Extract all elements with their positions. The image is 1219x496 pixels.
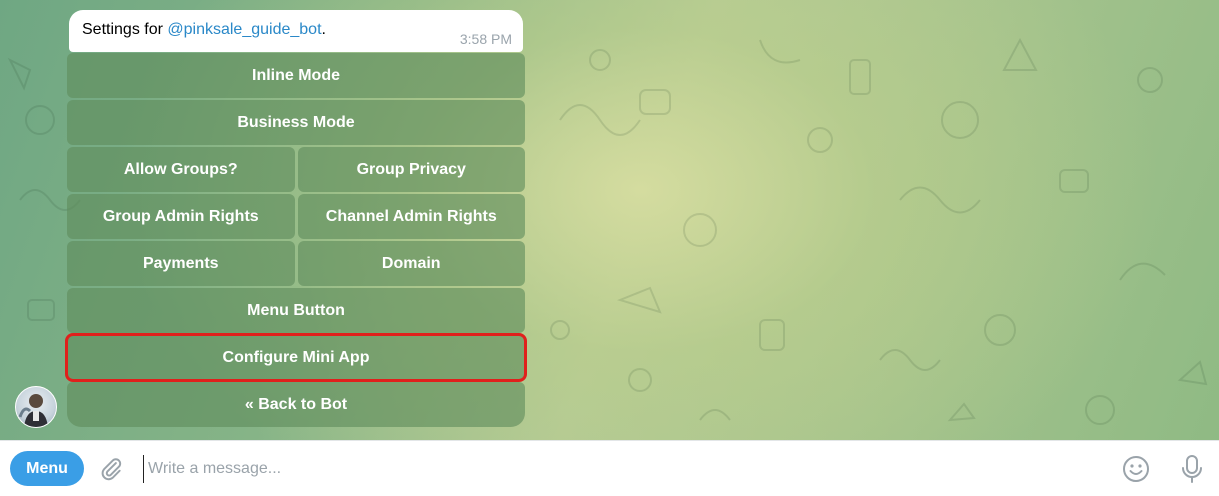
message-text-prefix: Settings for — [82, 21, 168, 38]
inline-mode-button[interactable]: Inline Mode — [67, 53, 525, 98]
back-to-bot-button[interactable]: « Back to Bot — [67, 382, 525, 427]
message-text-suffix: . — [321, 21, 326, 38]
avatar-figure-image — [18, 394, 48, 427]
chat-area: Settings for @pinksale_guide_bot. 3:58 P… — [0, 0, 1219, 440]
keyboard-row: Payments Domain — [67, 241, 525, 286]
bot-mention-link[interactable]: @pinksale_guide_bot — [167, 21, 321, 38]
group-privacy-button[interactable]: Group Privacy — [297, 147, 525, 192]
bot-avatar[interactable] — [15, 386, 57, 428]
microphone-icon[interactable] — [1180, 453, 1204, 490]
payments-button[interactable]: Payments — [67, 241, 295, 286]
message-composer: Menu — [0, 440, 1219, 496]
allow-groups-button[interactable]: Allow Groups? — [67, 147, 295, 192]
menu-button-settings-button[interactable]: Menu Button — [67, 288, 525, 333]
keyboard-row: Configure Mini App — [65, 333, 527, 382]
group-admin-rights-button[interactable]: Group Admin Rights — [67, 194, 295, 239]
message-timestamp: 3:58 PM — [459, 31, 512, 47]
configure-mini-app-button[interactable]: Configure Mini App — [65, 333, 527, 382]
bot-menu-button[interactable]: Menu — [10, 451, 84, 486]
smiley-icon[interactable] — [1122, 455, 1150, 488]
keyboard-row: Business Mode — [67, 100, 525, 145]
domain-button[interactable]: Domain — [297, 241, 525, 286]
keyboard-row: Allow Groups? Group Privacy — [67, 147, 525, 192]
message-bubble: Settings for @pinksale_guide_bot. 3:58 P… — [69, 10, 523, 52]
keyboard-row: « Back to Bot — [67, 382, 525, 427]
channel-admin-rights-button[interactable]: Channel Admin Rights — [297, 194, 525, 239]
telegram-chat-window: Settings for @pinksale_guide_bot. 3:58 P… — [0, 0, 1219, 496]
inline-keyboard: Inline Mode Business Mode Allow Groups? … — [65, 53, 527, 429]
keyboard-row: Inline Mode — [67, 53, 525, 98]
keyboard-row: Menu Button — [67, 288, 525, 333]
message-input[interactable] — [143, 455, 1050, 483]
keyboard-row: Group Admin Rights Channel Admin Rights — [67, 194, 525, 239]
paperclip-icon[interactable] — [98, 456, 124, 487]
business-mode-button[interactable]: Business Mode — [67, 100, 525, 145]
